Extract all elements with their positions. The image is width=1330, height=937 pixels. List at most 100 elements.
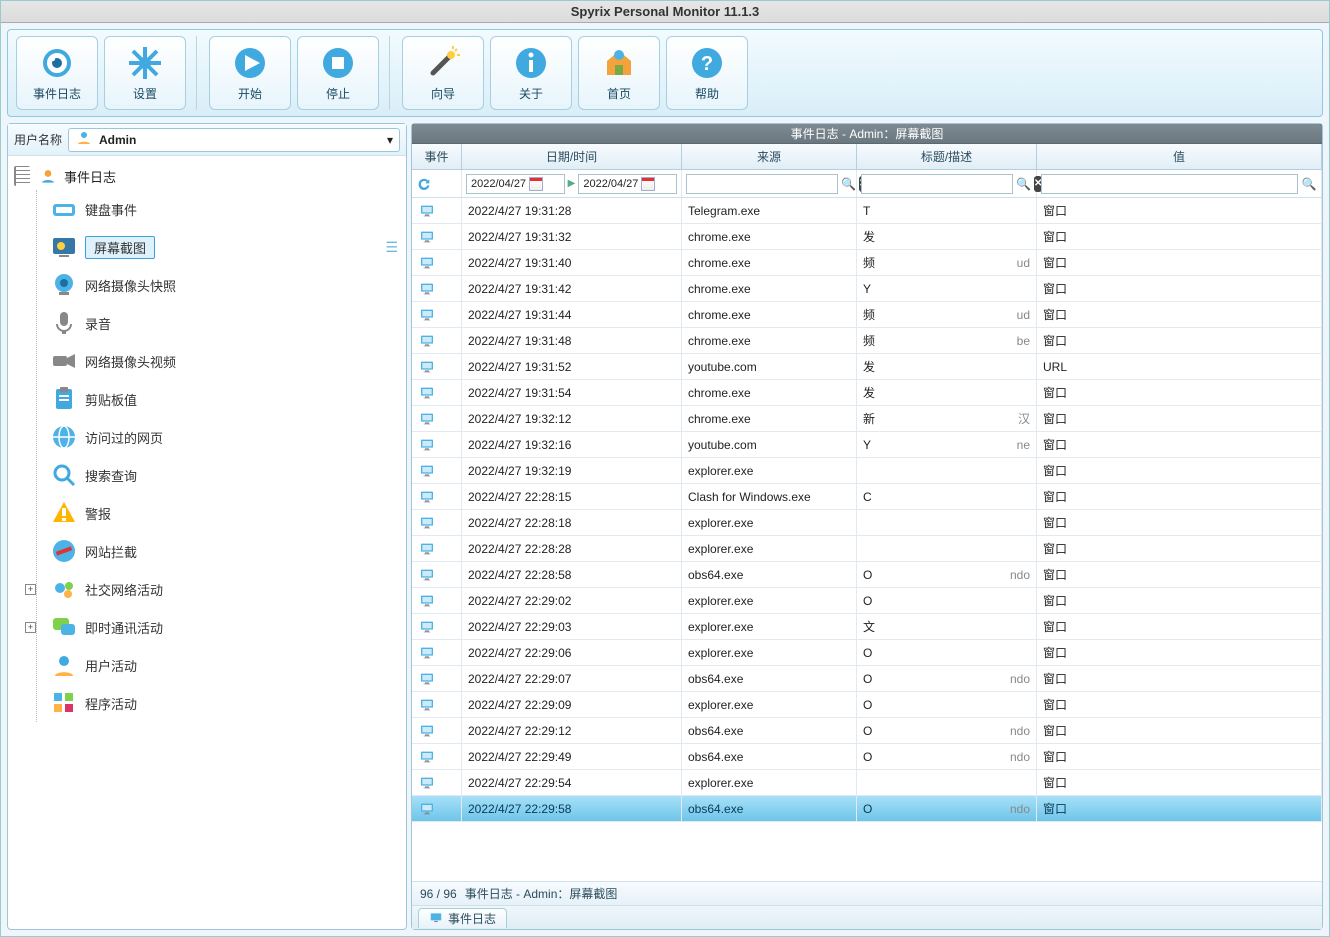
tree-item-keyboard[interactable]: 键盘事件 <box>47 190 402 228</box>
cell-value: 窗口 <box>1037 406 1322 431</box>
col-title[interactable]: 标题/描述 <box>857 144 1037 169</box>
event-icon-cell <box>412 510 462 535</box>
table-row[interactable]: 2022/4/27 19:31:40chrome.exe频ud窗口 <box>412 250 1322 276</box>
tree-item-label: 用户活动 <box>85 656 137 675</box>
toolbar-label: 事件日志 <box>33 85 81 102</box>
table-row[interactable]: 2022/4/27 22:29:09explorer.exeO窗口 <box>412 692 1322 718</box>
table-row[interactable]: 2022/4/27 19:32:12chrome.exe新汉窗口 <box>412 406 1322 432</box>
tree-item-apps[interactable]: 程序活动 <box>47 684 402 722</box>
table-row[interactable]: 2022/4/27 22:29:03explorer.exe文窗口 <box>412 614 1322 640</box>
table-row[interactable]: 2022/4/27 19:31:52youtube.com发URL <box>412 354 1322 380</box>
cell-source: chrome.exe <box>682 302 857 327</box>
tree-item-camcorder[interactable]: 网络摄像头视频 <box>47 342 402 380</box>
table-row[interactable]: 2022/4/27 22:29:02explorer.exeO窗口 <box>412 588 1322 614</box>
toolbar-帮助[interactable]: ?帮助 <box>666 36 748 110</box>
monitor-icon <box>418 333 436 349</box>
col-event[interactable]: 事件 <box>412 144 462 169</box>
table-row[interactable]: 2022/4/27 22:29:58obs64.exeOndo窗口 <box>412 796 1322 822</box>
toolbar-事件日志[interactable]: 事件日志 <box>16 36 98 110</box>
toolbar-关于[interactable]: 关于 <box>490 36 572 110</box>
cell-value: 窗口 <box>1037 484 1322 509</box>
table-row[interactable]: 2022/4/27 19:31:48chrome.exe频be窗口 <box>412 328 1322 354</box>
date-to[interactable]: 2022/04/27 <box>578 174 677 194</box>
toolbar-设置[interactable]: 设置 <box>104 36 186 110</box>
filter-row: 2022/04/27 ▶ 2022/04/27 🔍 ✕ 🔍 ✕ 🔍 <box>412 170 1322 198</box>
table-row[interactable]: 2022/4/27 22:29:49obs64.exeOndo窗口 <box>412 744 1322 770</box>
table-row[interactable]: 2022/4/27 22:29:07obs64.exeOndo窗口 <box>412 666 1322 692</box>
首页-icon <box>601 45 637 81</box>
table-row[interactable]: 2022/4/27 19:31:28Telegram.exeT窗口 <box>412 198 1322 224</box>
table-row[interactable]: 2022/4/27 22:29:06explorer.exeO窗口 <box>412 640 1322 666</box>
toolbar-停止[interactable]: 停止 <box>297 36 379 110</box>
user-dropdown[interactable]: Admin ▾ <box>68 128 400 152</box>
cell-value: 窗口 <box>1037 458 1322 483</box>
toolbar-开始[interactable]: 开始 <box>209 36 291 110</box>
im-icon <box>51 614 77 640</box>
monitor-icon <box>418 645 436 661</box>
tree-root[interactable]: 事件日志 <box>10 162 402 190</box>
cell-title: 发 <box>857 224 1037 249</box>
binoculars-icon[interactable]: 🔍 <box>841 176 856 192</box>
refresh-cell[interactable] <box>412 170 462 197</box>
col-datetime[interactable]: 日期/时间 <box>462 144 682 169</box>
table-row[interactable]: 2022/4/27 22:29:12obs64.exeOndo窗口 <box>412 718 1322 744</box>
event-icon-cell <box>412 432 462 457</box>
table-row[interactable]: 2022/4/27 22:28:18explorer.exe窗口 <box>412 510 1322 536</box>
mic-icon <box>51 310 77 336</box>
table-row[interactable]: 2022/4/27 19:32:16youtube.comYne窗口 <box>412 432 1322 458</box>
tree-item-block[interactable]: 网站拦截 <box>47 532 402 570</box>
filter-title-input[interactable] <box>861 174 1013 194</box>
event-icon-cell <box>412 796 462 821</box>
tree-item-user[interactable]: 用户活动 <box>47 646 402 684</box>
grid-body[interactable]: 2022/4/27 19:31:28Telegram.exeT窗口2022/4/… <box>412 198 1322 881</box>
cell-source: explorer.exe <box>682 588 857 613</box>
monitor-icon <box>418 697 436 713</box>
table-row[interactable]: 2022/4/27 19:32:19explorer.exe窗口 <box>412 458 1322 484</box>
date-from[interactable]: 2022/04/27 <box>466 174 565 194</box>
event-icon-cell <box>412 588 462 613</box>
tree-item-label: 社交网络活动 <box>85 580 163 599</box>
table-row[interactable]: 2022/4/27 19:31:42chrome.exeY窗口 <box>412 276 1322 302</box>
sliders-icon[interactable]: ☰ <box>385 239 398 256</box>
expand-icon[interactable]: + <box>25 622 36 633</box>
table-row[interactable]: 2022/4/27 19:31:54chrome.exe发窗口 <box>412 380 1322 406</box>
cell-datetime: 2022/4/27 22:28:58 <box>462 562 682 587</box>
table-row[interactable]: 2022/4/27 22:28:15Clash for Windows.exeC… <box>412 484 1322 510</box>
tree-item-label: 网络摄像头快照 <box>85 276 176 295</box>
toolbar-首页[interactable]: 首页 <box>578 36 660 110</box>
binoculars-icon[interactable]: 🔍 <box>1016 176 1031 192</box>
tree-item-alert[interactable]: 警报 <box>47 494 402 532</box>
cell-datetime: 2022/4/27 22:29:03 <box>462 614 682 639</box>
table-row[interactable]: 2022/4/27 22:28:28explorer.exe窗口 <box>412 536 1322 562</box>
cell-source: obs64.exe <box>682 796 857 821</box>
tree-item-clipboard[interactable]: 剪贴板值 <box>47 380 402 418</box>
tree-item-social[interactable]: +社交网络活动 <box>47 570 402 608</box>
tree-item-webcam[interactable]: 网络摄像头快照 <box>47 266 402 304</box>
tree-item-screenshot[interactable]: 屏幕截图☰ <box>47 228 402 266</box>
tree-item-mic[interactable]: 录音 <box>47 304 402 342</box>
tab-event-log[interactable]: 事件日志 <box>418 908 507 928</box>
toolbar-向导[interactable]: 向导 <box>402 36 484 110</box>
cell-source: explorer.exe <box>682 614 857 639</box>
tree-item-search[interactable]: 搜索查询 <box>47 456 402 494</box>
table-row[interactable]: 2022/4/27 22:29:54explorer.exe窗口 <box>412 770 1322 796</box>
binoculars-icon[interactable]: 🔍 <box>1301 176 1317 192</box>
table-row[interactable]: 2022/4/27 19:31:44chrome.exe频ud窗口 <box>412 302 1322 328</box>
cell-value: 窗口 <box>1037 510 1322 535</box>
table-row[interactable]: 2022/4/27 19:31:32chrome.exe发窗口 <box>412 224 1322 250</box>
monitor-icon <box>418 359 436 375</box>
tree-item-im[interactable]: +即时通讯活动 <box>47 608 402 646</box>
tree-item-globe[interactable]: 访问过的网页 <box>47 418 402 456</box>
filter-value-input[interactable] <box>1041 174 1298 194</box>
event-icon-cell <box>412 198 462 223</box>
filter-source-input[interactable] <box>686 174 838 194</box>
cell-value: 窗口 <box>1037 198 1322 223</box>
cell-source: youtube.com <box>682 432 857 457</box>
col-value[interactable]: 值 <box>1037 144 1322 169</box>
cell-value: 窗口 <box>1037 380 1322 405</box>
panel-title: 事件日志 - Admin：屏幕截图 <box>412 124 1322 144</box>
col-source[interactable]: 来源 <box>682 144 857 169</box>
keyboard-icon <box>51 196 77 222</box>
expand-icon[interactable]: + <box>25 584 36 595</box>
table-row[interactable]: 2022/4/27 22:28:58obs64.exeOndo窗口 <box>412 562 1322 588</box>
